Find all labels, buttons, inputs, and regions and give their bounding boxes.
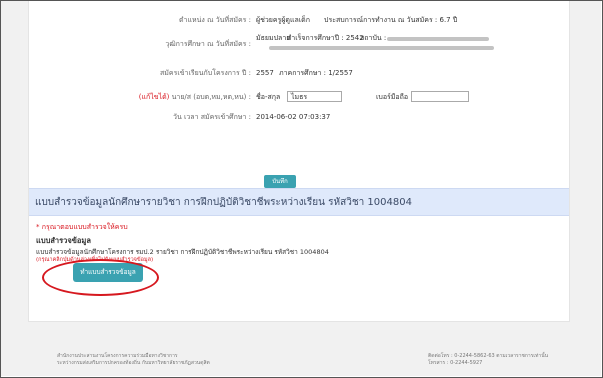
redacted-institution	[387, 37, 489, 41]
title-label: นาย/ส (อบต,หม,หต,หน) :	[171, 93, 251, 101]
survey-warning: * กรุณาตอบแบบสำรวจให้ครบ	[36, 223, 128, 231]
redacted-institution-line2	[269, 46, 494, 50]
education-level: มัธยมปลาย	[256, 34, 291, 42]
semester-label: ภาคการศึกษา : 1/2557	[279, 69, 353, 77]
position-label: ตำแหน่ง ณ วันที่สมัคร :	[179, 16, 251, 24]
position-row: ตำแหน่ง ณ วันที่สมัคร : ผู้ช่วยครูผู้ดูแ…	[29, 16, 569, 28]
graduation-year: สำเร็จการศึกษาปี : 2542	[287, 34, 364, 42]
education-row: วุฒิการศึกษา ณ วันที่สมัคร : มัธยมปลาย ส…	[29, 34, 569, 56]
mobile-input[interactable]	[411, 91, 469, 102]
name-input[interactable]: ไมธร	[287, 91, 342, 102]
survey-section-title: แบบสำรวจข้อมูล	[36, 236, 91, 245]
join-label: สมัครเข้าเรียนกับโครงการ ปี :	[160, 69, 251, 77]
date-row: วัน เวลา สมัครเข้าศึกษา : 2014-06-02 07:…	[29, 113, 569, 125]
date-label: วัน เวลา สมัครเข้าศึกษา :	[173, 113, 251, 121]
footer-left: สำนักงานประสานงานโครงการความร่วมมือทางวิ…	[57, 353, 210, 367]
join-row: สมัครเข้าเรียนกับโครงการ ปี : 2557 ภาคกา…	[29, 69, 569, 81]
name-label: ชื่อ-สกุล	[256, 93, 281, 101]
save-button[interactable]: บันทึก	[264, 175, 296, 188]
footer-org-line2: ระหว่างกรมส่งเสริมการปกครองท้องถิ่น กับม…	[57, 360, 210, 366]
highlight-ellipse	[42, 259, 159, 296]
footer-right: ติดต่อโทร : 0-2244-5862-63 ตามเวลาราชการ…	[428, 353, 548, 367]
survey-header: แบบสำรวจข้อมูลนักศึกษารายวิชา การฝึกปฏิบ…	[29, 188, 569, 216]
footer-contact-fax: โทรสาร : 0-2244-5927	[428, 360, 483, 366]
page-background: ตำแหน่ง ณ วันที่สมัคร : ผู้ช่วยครูผู้ดูแ…	[1, 1, 601, 376]
date-value: 2014-06-02 07:03:37	[256, 113, 331, 121]
experience-label: ประสบการณ์การทำงาน ณ วันสมัคร : 6.7 ปี	[324, 16, 458, 24]
survey-description: แบบสำรวจข้อมูลนักศึกษาโครงการ รมป.2 รายว…	[36, 248, 329, 256]
survey-title: แบบสำรวจข้อมูลนักศึกษารายวิชา การฝึกปฏิบ…	[35, 197, 412, 208]
institution-label: สถาบัน :	[360, 34, 387, 42]
join-year: 2557	[256, 69, 274, 77]
position-value: ผู้ช่วยครูผู้ดูแลเด็ก	[256, 16, 310, 24]
footer-contact-phone: ติดต่อโทร : 0-2244-5862-63 ตามเวลาราชการ…	[428, 353, 549, 359]
mobile-label: เบอร์มือถือ :	[376, 93, 413, 101]
edit-label: (แก้ไขได้)	[138, 93, 170, 101]
footer-org-line1: สำนักงานประสานงานโครงการความร่วมมือทางวิ…	[57, 353, 178, 359]
name-row: (แก้ไขได้) นาย/ส (อบต,หม,หต,หน) : ชื่อ-ส…	[29, 91, 569, 105]
education-label: วุฒิการศึกษา ณ วันที่สมัคร :	[165, 40, 251, 48]
